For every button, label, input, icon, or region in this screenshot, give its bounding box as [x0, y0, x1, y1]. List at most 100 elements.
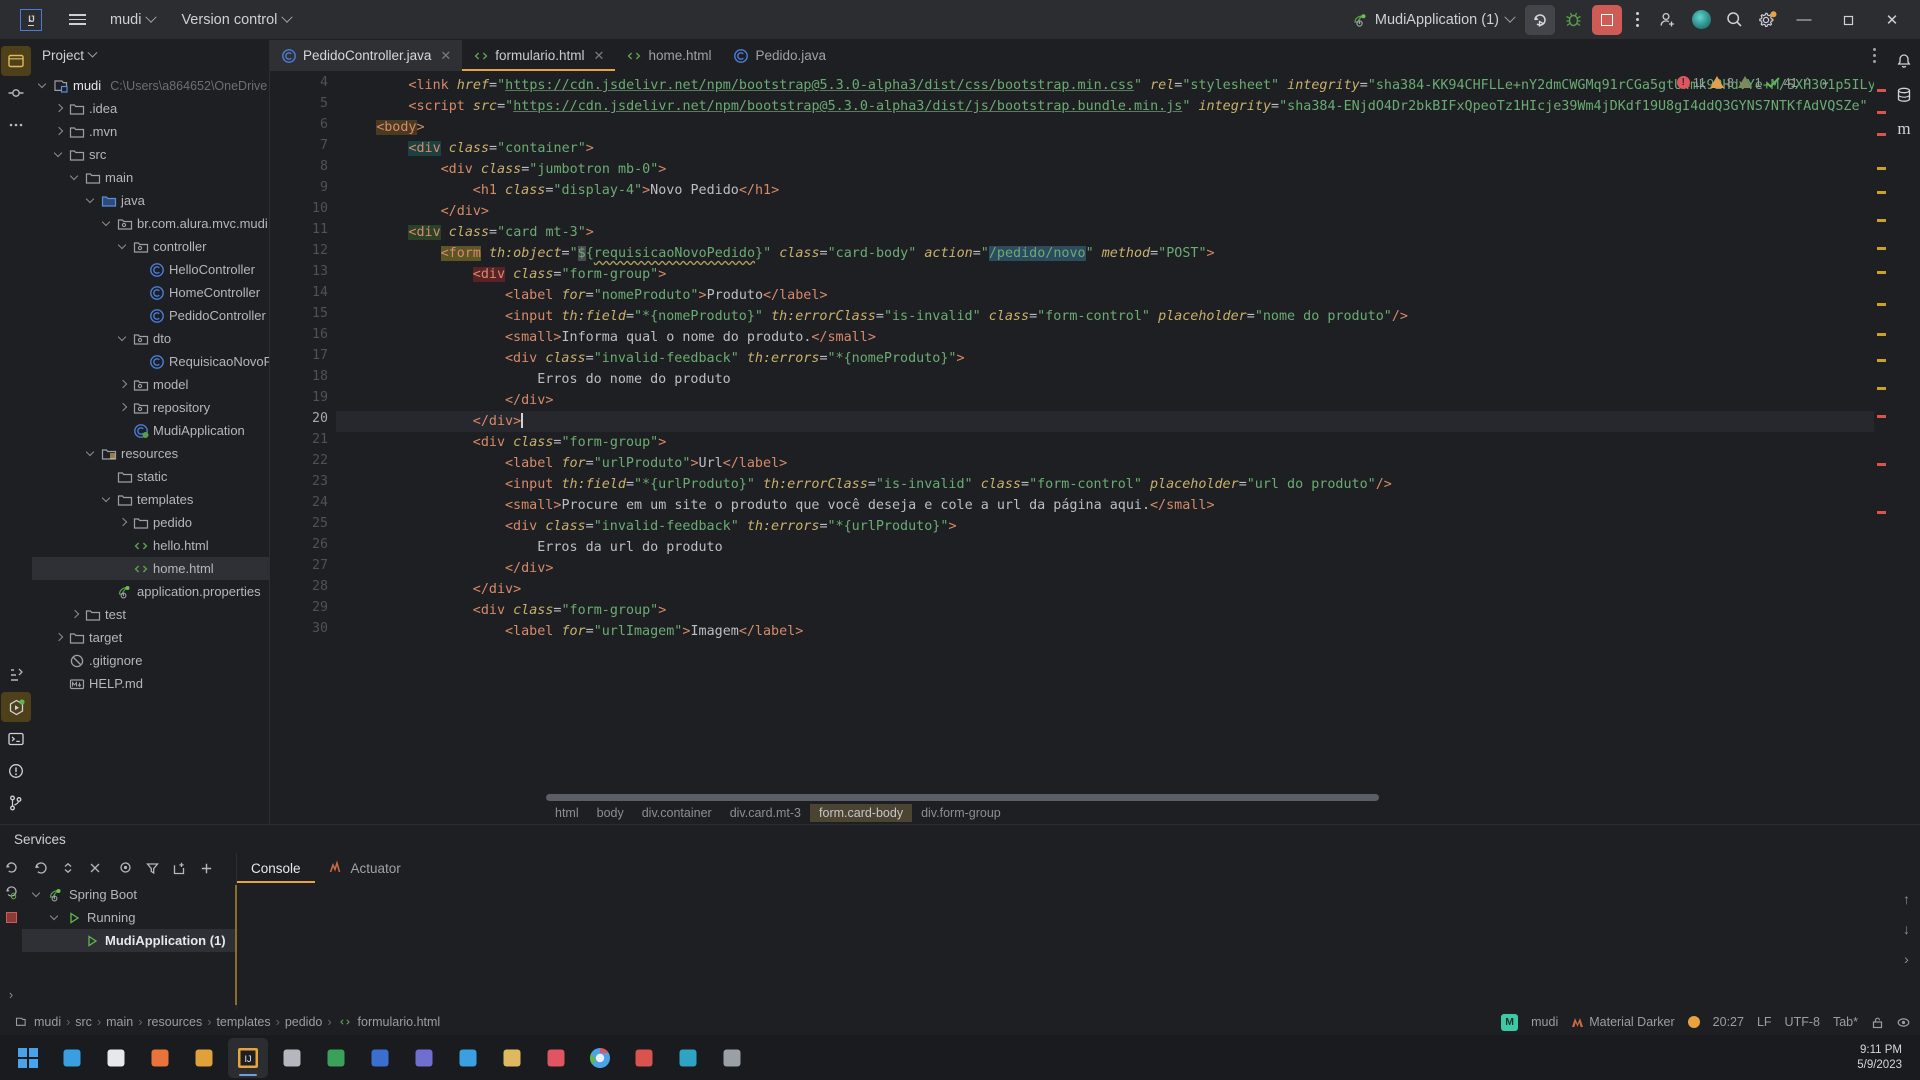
show-options-button[interactable] — [117, 860, 134, 877]
expand-collapse-button[interactable] — [59, 860, 76, 877]
tree-node-controller[interactable]: controller — [32, 235, 269, 258]
code-line[interactable]: <input th:field="*{urlProduto}" th:error… — [505, 474, 1392, 495]
sidebar-item-more[interactable] — [1, 110, 31, 140]
line-number[interactable]: 17 — [312, 348, 328, 363]
sidebar-item-git[interactable] — [1, 788, 31, 818]
chevron-right-icon[interactable] — [118, 402, 129, 413]
line-number[interactable]: 12 — [312, 243, 328, 258]
tree-node-hello-html[interactable]: hello.html — [32, 534, 269, 557]
close-tab-icon[interactable]: ✕ — [440, 48, 451, 64]
tree-node--idea[interactable]: .idea — [32, 97, 269, 120]
filter-button[interactable] — [144, 860, 161, 877]
more-actions-button[interactable] — [1624, 5, 1650, 35]
code-line[interactable]: <script src="https://cdn.jsdelivr.net/np… — [408, 96, 1867, 117]
line-number[interactable]: 14 — [312, 285, 328, 300]
tree-node-test[interactable]: test — [32, 603, 269, 626]
orange-dot-icon[interactable] — [1687, 1016, 1700, 1028]
error-marker[interactable] — [1877, 133, 1886, 136]
tree-node-templates[interactable]: templates — [32, 488, 269, 511]
taskbar-postman-icon[interactable] — [140, 1038, 180, 1078]
status-line-column[interactable]: 20:27 — [1713, 1015, 1744, 1029]
breadcrumb-item[interactable]: div.card.mt-3 — [721, 804, 810, 822]
taskbar-clock[interactable]: 9:11 PM 5/9/2023 — [1857, 1043, 1912, 1073]
database-button[interactable] — [1889, 80, 1919, 110]
search-button[interactable] — [1719, 5, 1749, 35]
chevron-right-icon[interactable] — [118, 517, 129, 528]
line-number[interactable]: 10 — [312, 201, 328, 216]
debug-button[interactable] — [1558, 5, 1588, 35]
tree-node-homecontroller[interactable]: HomeController — [32, 281, 269, 304]
editor-breadcrumb[interactable]: html body div.container div.card.mt-3 form.c… — [270, 802, 1888, 824]
sidebar-item-terminal[interactable] — [1, 724, 31, 754]
code-line[interactable]: <div class="form-group"> — [472, 264, 666, 285]
tree-node-dto[interactable]: dto — [32, 327, 269, 350]
line-number[interactable]: 5 — [320, 96, 328, 111]
editor-tab-formulario-html[interactable]: formulario.html ✕ — [462, 40, 616, 71]
maximize-button[interactable] — [1826, 3, 1870, 37]
tree-node-hellocontroller[interactable]: HelloController — [32, 258, 269, 281]
services-tab-actuator[interactable]: Actuator — [315, 853, 415, 883]
add-user-button[interactable] — [1653, 5, 1683, 35]
error-marker[interactable] — [1877, 167, 1886, 170]
code-editor[interactable]: 4 5 6 7 8 9 10 11 12 13 14 15 16 17 18 19 20 21 22 23 24 25 26… — [270, 71, 1888, 802]
add-service-button[interactable] — [198, 860, 215, 877]
taskbar-skype-icon[interactable] — [448, 1038, 488, 1078]
chevron-down-icon[interactable] — [32, 889, 43, 900]
line-number[interactable]: 8 — [320, 159, 328, 174]
editor-tab-bar[interactable]: PedidoController.java ✕ formulario.html ✕ ho… — [270, 40, 1888, 71]
notifications-button[interactable] — [1889, 46, 1919, 76]
taskbar-disc-icon[interactable] — [712, 1038, 752, 1078]
close-window-button[interactable]: ✕ — [1870, 3, 1914, 37]
taskbar-acrobat-icon[interactable] — [624, 1038, 664, 1078]
status-breadcrumb-item[interactable]: formulario.html — [334, 1015, 444, 1029]
taskbar-mysql-workbench-icon[interactable] — [184, 1038, 224, 1078]
stop-service-button[interactable] — [3, 909, 20, 926]
taskbar-vscode-icon[interactable] — [52, 1038, 92, 1078]
status-breadcrumb[interactable]: mudi › src › main › resources › templates › pedido… — [10, 1015, 443, 1029]
avatar-button[interactable] — [1686, 5, 1716, 35]
editor-code[interactable]: <link href="https://cdn.jsdelivr.net/npm… — [336, 71, 1888, 802]
error-count[interactable]: ! 11 — [1676, 76, 1706, 90]
editor-tabs-options-button[interactable] — [1860, 40, 1888, 71]
minimize-button[interactable]: — — [1782, 3, 1826, 37]
taskbar-intellij-idea-icon[interactable]: IJ — [228, 1037, 268, 1078]
taskbar-explorer-icon[interactable] — [492, 1038, 532, 1078]
sidebar-item-commit[interactable] — [1, 78, 31, 108]
breadcrumb-item[interactable]: div.form-group — [912, 804, 1010, 822]
tree-node-java[interactable]: java — [32, 189, 269, 212]
code-line[interactable]: <div class="card mt-3"> — [408, 222, 594, 243]
inspection-eye-icon[interactable] — [1897, 1016, 1910, 1029]
inspection-widget[interactable]: ! 11 8 1 41 ^ ⌄ — [1676, 74, 1834, 90]
line-number[interactable]: 29 — [312, 600, 328, 615]
maven-button[interactable]: m — [1889, 114, 1919, 144]
code-line[interactable]: <div class="form-group"> — [473, 432, 667, 453]
tree-node-home-html[interactable]: home.html — [32, 557, 269, 580]
breadcrumb-item[interactable]: form.card-body — [810, 804, 913, 822]
taskbar-outlook-icon[interactable] — [360, 1038, 400, 1078]
editor-gutter[interactable]: 4 5 6 7 8 9 10 11 12 13 14 15 16 17 18 19 20 21 22 23 24 25 26… — [270, 71, 336, 802]
tree-node--gitignore[interactable]: .gitignore — [32, 649, 269, 672]
project-panel-header[interactable]: Project — [32, 40, 269, 70]
settings-button[interactable] — [1752, 5, 1782, 35]
chevron-right-icon[interactable] — [70, 609, 81, 620]
chevron-down-icon[interactable] — [50, 912, 61, 923]
tree-node--mvn[interactable]: .mvn — [32, 120, 269, 143]
tree-node-static[interactable]: static — [32, 465, 269, 488]
chevron-right-icon[interactable]: › — [1904, 951, 1909, 967]
line-number[interactable]: 11 — [312, 222, 328, 237]
line-number[interactable]: 22 — [312, 453, 328, 468]
error-marker-bar[interactable] — [1874, 71, 1888, 802]
status-breadcrumb-item[interactable]: src — [72, 1015, 95, 1029]
code-line[interactable]: <form th:object="${requisicaoNovoPedido}… — [440, 243, 1215, 264]
line-number[interactable]: 16 — [312, 327, 328, 342]
line-number[interactable]: 23 — [312, 474, 328, 489]
line-number[interactable]: 7 — [320, 138, 328, 153]
service-node-mudiapplication--1-[interactable]: MudiApplication (1) — [22, 929, 236, 952]
chevron-up-icon[interactable]: ^ — [1802, 76, 1814, 90]
code-line[interactable]: <link href="https://cdn.jsdelivr.net/npm… — [408, 75, 1888, 96]
line-number[interactable]: 28 — [312, 579, 328, 594]
error-marker[interactable] — [1877, 111, 1886, 114]
tree-node-src[interactable]: src — [32, 143, 269, 166]
unlocked-icon[interactable] — [1871, 1016, 1884, 1029]
editor-tab-pedidocontroller-java[interactable]: PedidoController.java ✕ — [270, 40, 463, 71]
